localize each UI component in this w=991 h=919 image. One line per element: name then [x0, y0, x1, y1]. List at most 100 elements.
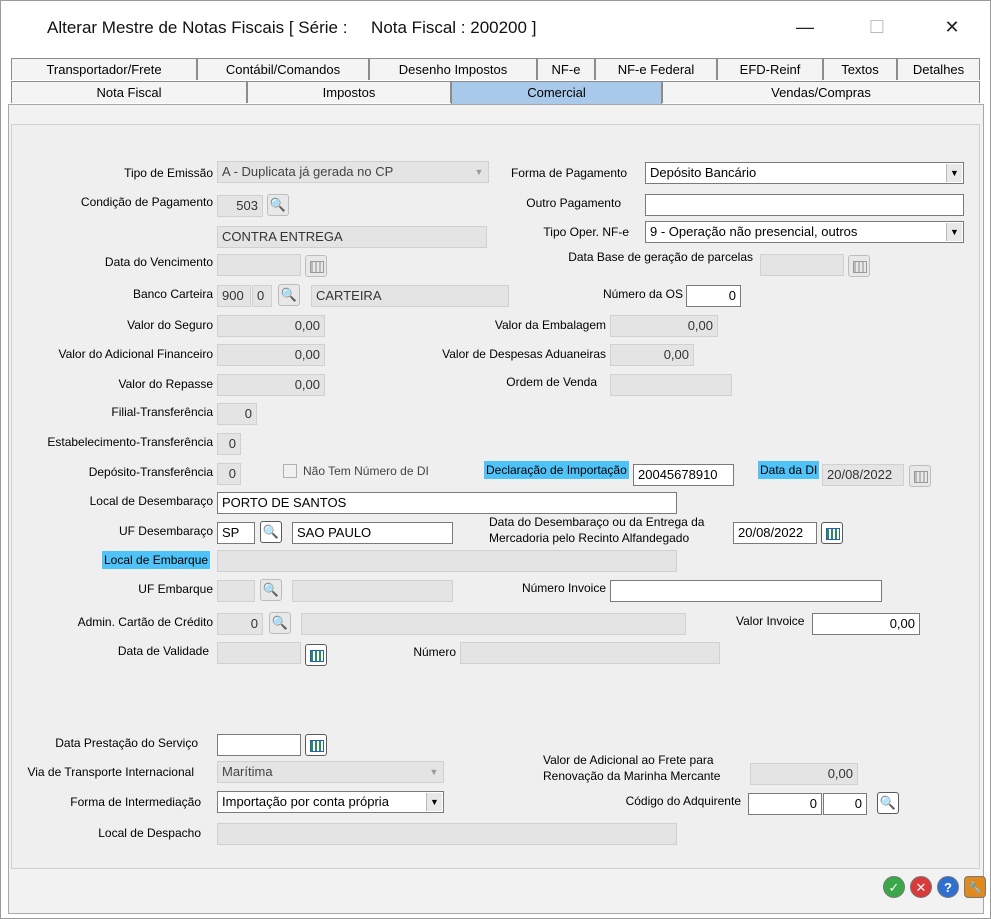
data-di-input[interactable]: 20/08/2022 [822, 464, 904, 486]
tab-comercial[interactable]: Comercial [451, 81, 662, 105]
valor-embalagem-label: Valor da Embalagem [494, 318, 606, 332]
valor-adicional-input[interactable]: 0,00 [217, 344, 325, 366]
valor-embalagem-input[interactable]: 0,00 [610, 315, 718, 337]
minimize-button[interactable]: — [782, 9, 828, 45]
uf-desembaraco-input[interactable]: SP [217, 522, 255, 544]
tab-contabil-comandos[interactable]: Contábil/Comandos [197, 58, 369, 80]
filial-transf-label: Filial-Transferência [111, 405, 213, 419]
declaracao-importacao-input[interactable]: 20045678910 [633, 464, 734, 486]
local-despacho-input[interactable] [217, 823, 677, 845]
ordem-venda-input[interactable] [610, 374, 732, 396]
valor-seguro-input[interactable]: 0,00 [217, 315, 325, 337]
tab-nfe-federal[interactable]: NF-e Federal [595, 58, 717, 80]
tools-button[interactable]: 🔧 [964, 876, 986, 898]
valor-repasse-input[interactable]: 0,00 [217, 374, 325, 396]
calendar-icon[interactable] [909, 465, 931, 487]
local-embarque-label: Local de Embarque [102, 551, 211, 569]
ordem-venda-label: Ordem de Venda [506, 375, 597, 389]
codigo-adquirente-input-1[interactable]: 0 [748, 793, 822, 815]
chevron-down-icon: ▼ [429, 767, 439, 777]
data-prestacao-input[interactable] [217, 734, 301, 756]
via-transporte-value: Marítima [222, 764, 273, 779]
tab-desenho-impostos[interactable]: Desenho Impostos [369, 58, 537, 80]
calendar-icon[interactable] [305, 734, 327, 756]
condicao-pagamento-label: Condição de Pagamento [80, 195, 213, 209]
search-icon[interactable]: 🔍 [269, 612, 291, 634]
maximize-button[interactable]: ☐ [854, 9, 900, 45]
data-base-input[interactable] [760, 254, 844, 276]
tipo-oper-select[interactable]: 9 - Operação não presencial, outros ▼ [645, 221, 964, 243]
via-transporte-select[interactable]: Marítima ▼ [217, 761, 444, 783]
outro-pagamento-input[interactable] [645, 194, 964, 216]
search-icon[interactable]: 🔍 [877, 792, 899, 814]
window-title: Alterar Mestre de Notas Fiscais [ Série … [47, 18, 537, 37]
tab-row-bottom: Nota Fiscal Impostos Comercial Vendas/Co… [11, 81, 980, 105]
forma-pagamento-value: Depósito Bancário [650, 165, 757, 180]
via-transporte-label: Via de Transporte Internacional [27, 765, 194, 779]
filial-transf-input[interactable]: 0 [217, 403, 257, 425]
data-validade-label: Data de Validade [117, 644, 209, 658]
tab-vendas-compras[interactable]: Vendas/Compras [662, 81, 980, 103]
local-embarque-input[interactable] [217, 550, 677, 572]
calendar-icon[interactable] [821, 522, 843, 544]
admin-cartao-desc [301, 613, 686, 635]
dialog-window: Alterar Mestre de Notas Fiscais [ Série … [0, 0, 991, 919]
forma-intermediacao-label: Forma de Intermediação [70, 795, 201, 809]
declaracao-importacao-label: Declaração de Importação [484, 461, 629, 479]
help-button[interactable]: ? [937, 876, 959, 898]
numero-os-input[interactable]: 0 [686, 285, 741, 307]
uf-embarque-input[interactable] [217, 580, 255, 602]
banco-input[interactable]: 900 [217, 285, 251, 307]
valor-seguro-label: Valor do Seguro [127, 318, 213, 332]
data-vencimento-input[interactable] [217, 254, 301, 276]
tab-efd-reinf[interactable]: EFD-Reinf [717, 58, 823, 80]
title-bar: Alterar Mestre de Notas Fiscais [ Série … [1, 1, 990, 53]
calendar-icon[interactable] [848, 255, 870, 277]
nao-tem-di-label: Não Tem Número de DI [303, 464, 429, 478]
data-desembaraco-label-2: Mercadoria pelo Recinto Alfandegado [489, 531, 690, 545]
tab-nfe[interactable]: NF-e [537, 58, 595, 80]
numero-os-label: Número da OS [602, 287, 683, 301]
valor-adicional-frete-label-1: Valor de Adicional ao Frete para [543, 753, 714, 767]
numero-input[interactable] [460, 642, 720, 664]
uf-embarque-desc [292, 580, 453, 602]
codigo-adquirente-input-2[interactable]: 0 [823, 793, 867, 815]
confirm-button[interactable]: ✓ [883, 876, 905, 898]
tab-nota-fiscal[interactable]: Nota Fiscal [11, 81, 247, 103]
deposito-transf-label: Depósito-Transferência [88, 465, 213, 479]
data-desembaraco-label-1: Data do Desembaraço ou da Entrega da [489, 515, 705, 529]
numero-invoice-input[interactable] [610, 580, 882, 602]
valor-despesas-input[interactable]: 0,00 [610, 344, 694, 366]
admin-cartao-input[interactable]: 0 [217, 613, 263, 635]
calendar-icon[interactable] [305, 644, 327, 666]
forma-pagamento-select[interactable]: Depósito Bancário ▼ [645, 162, 964, 184]
search-icon[interactable]: 🔍 [260, 521, 282, 543]
deposito-transf-input[interactable]: 0 [217, 463, 241, 485]
data-desembaraco-input[interactable]: 20/08/2022 [733, 522, 817, 544]
tab-row-top: Transportador/Frete Contábil/Comandos De… [11, 58, 980, 80]
local-desembaraco-input[interactable]: PORTO DE SANTOS [217, 492, 677, 514]
tab-detalhes[interactable]: Detalhes [897, 58, 980, 80]
calendar-icon[interactable] [305, 255, 327, 277]
forma-intermediacao-select[interactable]: Importação por conta própria ▼ [217, 791, 444, 813]
tipo-emissao-select[interactable]: A - Duplicata já gerada no CP ▼ [217, 161, 489, 183]
local-desembaraco-label: Local de Desembaraço [89, 494, 213, 508]
tab-impostos[interactable]: Impostos [247, 81, 451, 103]
carteira-input[interactable]: 0 [252, 285, 272, 307]
data-validade-input[interactable] [217, 642, 301, 664]
close-button[interactable]: ✕ [929, 9, 975, 45]
nao-tem-di-checkbox[interactable] [283, 464, 297, 478]
valor-adicional-frete-input[interactable]: 0,00 [750, 763, 858, 785]
search-icon[interactable]: 🔍 [278, 284, 300, 306]
carteira-desc: CARTEIRA [311, 285, 509, 307]
cancel-button[interactable]: ✕ [910, 876, 932, 898]
admin-cartao-label: Admin. Cartão de Crédito [77, 615, 213, 629]
estab-transf-input[interactable]: 0 [217, 433, 241, 455]
tab-textos[interactable]: Textos [823, 58, 897, 80]
condicao-pagamento-code[interactable]: 503 [217, 195, 263, 217]
tab-transportador-frete[interactable]: Transportador/Frete [11, 58, 197, 80]
uf-desembaraco-desc: SAO PAULO [292, 522, 453, 544]
search-icon[interactable]: 🔍 [260, 579, 282, 601]
search-icon[interactable]: 🔍 [267, 194, 289, 216]
valor-invoice-input[interactable]: 0,00 [812, 613, 920, 635]
